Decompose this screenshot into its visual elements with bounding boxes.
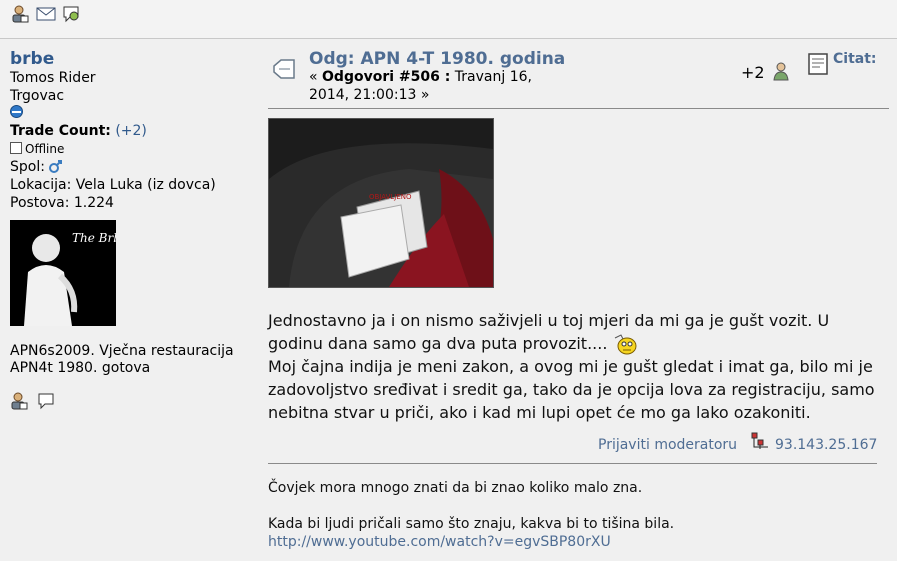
report-to-moderator-link[interactable]: Prijaviti moderatoru <box>598 437 737 453</box>
previous-post-toolbar <box>0 0 897 39</box>
post-image[interactable]: OBJAVLJENO <box>268 118 494 288</box>
gender: Spol: <box>10 158 250 176</box>
location: Lokacija: Vela Luka (iz dovca) <box>10 177 216 193</box>
username-link[interactable]: brbe <box>10 49 250 69</box>
online-status: Offline <box>10 140 250 158</box>
rank-star-icon <box>10 105 23 118</box>
post-paragraph-2: Moj čajna indija je meni zakon, a ovog m… <box>268 357 875 422</box>
poster-actions <box>10 392 55 414</box>
signature-line-2: Kada bi ljudi pričali samo što znaju, ka… <box>268 516 675 532</box>
post-icon <box>273 59 295 79</box>
offline-indicator-icon <box>10 142 22 154</box>
email-icon[interactable] <box>36 5 56 23</box>
signature-line-1: Čovjek mora mnogo znati da bi znao kolik… <box>268 480 643 496</box>
signature-youtube-link[interactable]: http://www.youtube.com/watch?v=egvSBP80r… <box>268 533 674 551</box>
poster-info: brbe Tomos Rider Trgovac Trade Count: (+… <box>10 49 250 212</box>
member-title: Tomos Rider <box>10 70 96 86</box>
header-divider <box>268 108 889 109</box>
quote-icon[interactable] <box>808 53 828 75</box>
signature-divider <box>268 463 877 464</box>
avatar-text: The Brbe <box>72 231 116 245</box>
signature: Čovjek mora mnogo znati da bi znao kolik… <box>268 479 674 551</box>
reply-info: « Odgovori #506 : Travanj 16, 2014, 21:0… <box>309 69 532 103</box>
pm-icon[interactable] <box>37 392 55 410</box>
pm-icon[interactable] <box>62 5 80 23</box>
post-subject-link[interactable]: Odg: APN 4-T 1980. godina <box>309 49 565 69</box>
member-bio: APN6s2009. Vječna restauracija APN4t 198… <box>10 343 234 376</box>
profile-icon[interactable] <box>10 392 28 410</box>
photo-label: OBJAVLJENO <box>369 193 412 201</box>
karma-count: +2 <box>741 63 765 82</box>
rolling-eyes-icon <box>615 334 637 355</box>
motorcycle-seat-photo: OBJAVLJENO <box>269 119 493 287</box>
avatar-image: The Brbe <box>10 220 116 326</box>
quote-button[interactable]: Citat: <box>833 51 877 67</box>
post-count: Postova: 1.224 <box>10 195 114 211</box>
ip-address-link[interactable]: 93.143.25.167 <box>775 437 877 453</box>
male-icon <box>49 160 63 173</box>
member-group: Trgovac <box>10 88 65 104</box>
ip-icon <box>751 432 768 449</box>
karma-user-icon[interactable] <box>772 61 790 81</box>
forum-post: brbe Tomos Rider Trgovac Trade Count: (+… <box>0 39 897 561</box>
post-body: Jednostavno ja i on nismo saživjeli u to… <box>268 309 888 424</box>
trade-count: Trade Count: (+2) <box>10 123 147 139</box>
trade-count-link[interactable]: (+2) <box>115 123 147 139</box>
reply-number: Odgovori #506 : <box>322 69 451 85</box>
post-paragraph-1: Jednostavno ja i on nismo saživjeli u to… <box>268 311 830 353</box>
profile-icon[interactable] <box>11 5 29 23</box>
avatar[interactable]: The Brbe <box>10 220 116 326</box>
